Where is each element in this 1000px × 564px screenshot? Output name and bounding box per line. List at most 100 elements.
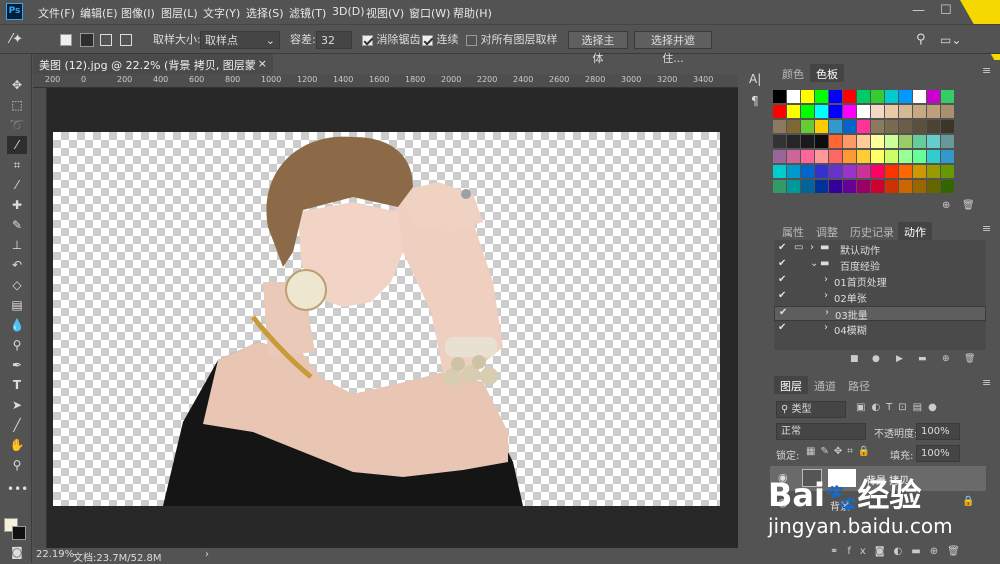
color-swatch[interactable] (927, 165, 940, 178)
tab-swatches[interactable]: 色板 (810, 64, 844, 82)
menu-view[interactable]: 视图(V) (366, 5, 404, 21)
action-row[interactable]: ✔ › 04模糊 (774, 322, 986, 337)
select-subject-button[interactable]: 选择主体 (568, 31, 628, 65)
layer-footer-icons[interactable]: ⚭fx◙◐▬⊕🗑 (830, 546, 969, 557)
color-swatch[interactable] (941, 180, 954, 193)
color-swatch[interactable] (829, 135, 842, 148)
color-swatch[interactable] (927, 135, 940, 148)
trash-icon[interactable]: 🗑 (964, 354, 975, 364)
chevron-right-icon[interactable]: › (205, 549, 209, 560)
color-swatch[interactable] (871, 90, 884, 103)
new-set-icon[interactable]: ▬ (918, 354, 927, 364)
color-swatch[interactable] (801, 180, 814, 193)
color-swatch[interactable] (787, 135, 800, 148)
panel-menu-icon[interactable]: ≡ (982, 376, 991, 389)
fill-input[interactable]: 100% (916, 445, 960, 462)
color-swatch[interactable] (815, 180, 828, 193)
color-swatch[interactable] (927, 150, 940, 163)
menu-image[interactable]: 图像(I) (121, 5, 155, 21)
color-swatch[interactable] (787, 150, 800, 163)
color-swatch[interactable] (857, 105, 870, 118)
color-swatch[interactable] (787, 165, 800, 178)
color-swatch[interactable] (801, 90, 814, 103)
intersect-selection-icon[interactable] (120, 34, 132, 46)
gradient-tool-icon[interactable]: ▤ (7, 296, 27, 314)
subtract-selection-icon[interactable] (100, 34, 112, 46)
color-swatch[interactable] (885, 135, 898, 148)
antialias-checkbox[interactable]: 消除锯齿 (362, 31, 421, 49)
pen-tool-icon[interactable]: ✒ (7, 356, 27, 374)
blend-mode-select[interactable]: 正常 (776, 423, 866, 440)
hand-tool-icon[interactable]: ✋ (7, 436, 27, 454)
color-swatch[interactable] (899, 165, 912, 178)
zoom-tool-icon[interactable]: ⚲ (7, 456, 27, 474)
history-brush-icon[interactable]: ↶ (7, 256, 27, 274)
select-and-mask-button[interactable]: 选择并遮住... (634, 31, 712, 65)
action-row[interactable]: ✔ › 03批量 (774, 306, 986, 322)
document-tab[interactable]: 美图 (12).jpg @ 22.2% (背景 拷贝, 图层蒙版/8) * × (33, 54, 273, 88)
menu-filter[interactable]: 滤镜(T) (289, 5, 326, 21)
color-swatch[interactable] (871, 180, 884, 193)
color-swatch[interactable] (927, 180, 940, 193)
color-swatch[interactable] (801, 135, 814, 148)
more-tools-icon[interactable]: ••• (7, 480, 28, 498)
chevron-right-icon[interactable]: › (824, 274, 828, 285)
color-swatch[interactable] (843, 135, 856, 148)
color-swatch[interactable] (815, 90, 828, 103)
color-swatch[interactable] (773, 105, 786, 118)
minimize-icon[interactable]: — (912, 3, 925, 18)
line-tool-icon[interactable]: ╱ (7, 416, 27, 434)
color-swatch[interactable] (829, 150, 842, 163)
color-swatch[interactable] (843, 90, 856, 103)
color-swatch[interactable] (857, 165, 870, 178)
menu-help[interactable]: 帮助(H) (453, 5, 492, 21)
color-swatch[interactable] (843, 180, 856, 193)
crop-tool-icon[interactable]: ⌗ (7, 156, 27, 174)
color-swatch[interactable] (941, 135, 954, 148)
menu-layer[interactable]: 图层(L) (161, 5, 198, 21)
tab-adjustments[interactable]: 调整 (810, 222, 844, 240)
color-swatch[interactable] (899, 105, 912, 118)
color-swatch[interactable] (857, 180, 870, 193)
color-swatch[interactable] (843, 105, 856, 118)
tab-actions[interactable]: 动作 (898, 222, 932, 240)
menu-type[interactable]: 文字(Y) (203, 5, 240, 21)
color-swatch[interactable] (913, 90, 926, 103)
tolerance-input[interactable]: 32 (316, 31, 352, 49)
color-swatch[interactable] (871, 120, 884, 133)
character-panel-icon[interactable]: A| (749, 72, 761, 86)
color-swatch[interactable] (815, 150, 828, 163)
menu-select[interactable]: 选择(S) (246, 5, 284, 21)
color-swatch[interactable] (913, 180, 926, 193)
action-row[interactable]: ✔ › 02单张 (774, 290, 986, 305)
color-swatch[interactable] (941, 105, 954, 118)
color-swatch[interactable] (927, 120, 940, 133)
color-swatch[interactable] (899, 120, 912, 133)
add-selection-icon[interactable] (80, 33, 94, 47)
tab-channels[interactable]: 通道 (808, 376, 842, 394)
all-layers-checkbox[interactable]: 对所有图层取样 (466, 31, 558, 49)
color-swatch[interactable] (773, 165, 786, 178)
color-swatch[interactable] (815, 105, 828, 118)
new-action-icon[interactable]: ⊕ (942, 354, 950, 364)
layer-filter-select[interactable]: ⚲ 类型 (776, 401, 846, 418)
color-swatch[interactable] (857, 135, 870, 148)
type-tool-icon[interactable]: T (7, 376, 27, 394)
menu-3d[interactable]: 3D(D) (332, 5, 365, 18)
color-swatch[interactable] (941, 90, 954, 103)
color-swatch[interactable] (927, 90, 940, 103)
filter-type-icons[interactable]: ▣◐T⊡▤● (856, 402, 943, 413)
new-selection-icon[interactable] (60, 34, 72, 46)
color-swatch[interactable] (857, 150, 870, 163)
color-swatch[interactable] (815, 120, 828, 133)
color-swatch[interactable] (773, 90, 786, 103)
color-swatch[interactable] (871, 105, 884, 118)
color-swatch[interactable] (885, 150, 898, 163)
sample-size-select[interactable]: 取样点 ⌄ (200, 31, 280, 49)
eraser-tool-icon[interactable]: ◇ (7, 276, 27, 294)
maximize-icon[interactable]: ☐ (940, 3, 952, 18)
color-swatch[interactable] (773, 180, 786, 193)
search-icon[interactable]: ⚲ (916, 31, 926, 49)
color-swatch[interactable] (871, 165, 884, 178)
clone-stamp-icon[interactable]: ⊥ (7, 236, 27, 254)
